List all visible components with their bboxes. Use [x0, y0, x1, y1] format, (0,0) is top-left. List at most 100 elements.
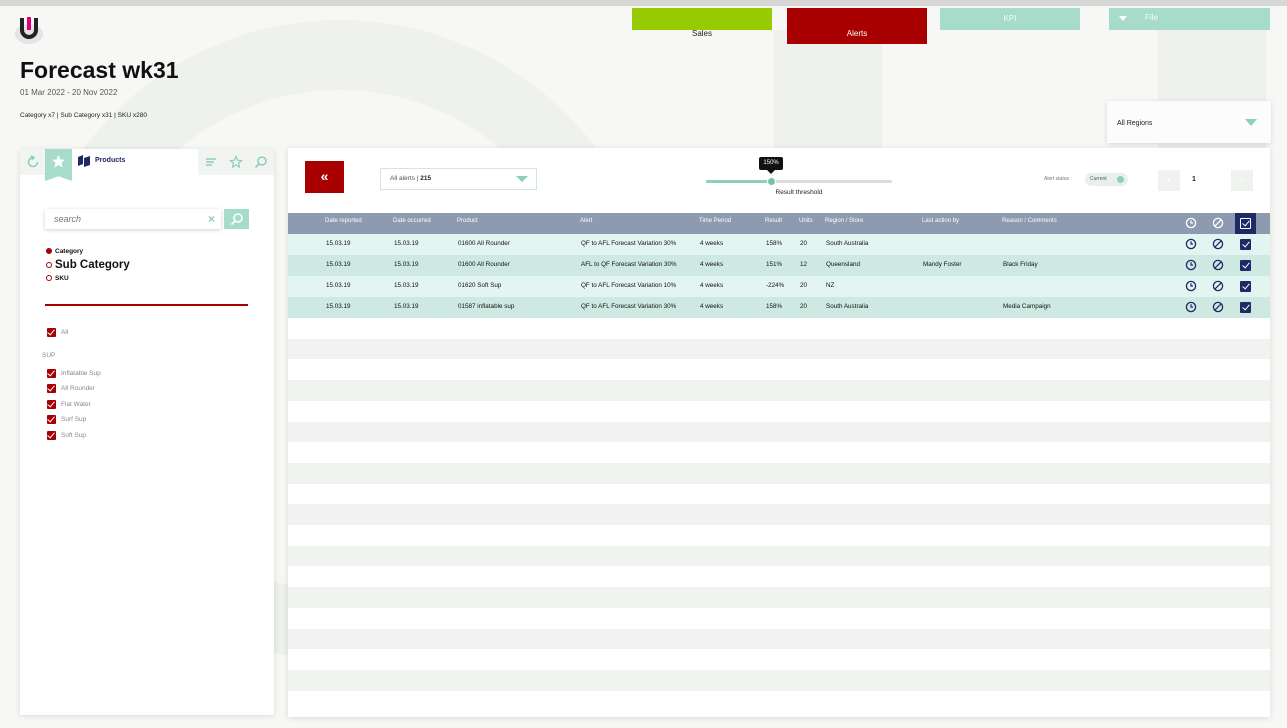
- clock-icon[interactable]: [1185, 301, 1197, 313]
- column-header[interactable]: Reason / Comments: [1002, 218, 1057, 224]
- checkbox-checked-icon: [47, 400, 56, 409]
- alerts-filter-select[interactable]: All alerts | 215: [380, 168, 537, 190]
- background-column: [774, 30, 882, 150]
- level-sku[interactable]: SKU: [46, 275, 69, 282]
- tab-file[interactable]: File: [1109, 8, 1270, 30]
- row-checkbox[interactable]: [1240, 281, 1251, 292]
- radio-icon: [46, 261, 52, 268]
- star-outline-icon[interactable]: [228, 154, 244, 169]
- search-icon[interactable]: [254, 155, 268, 169]
- tab-kpi[interactable]: KPI: [940, 8, 1080, 30]
- empty-row: [288, 442, 1270, 464]
- cell-date-reported: 15.03.19: [326, 261, 351, 268]
- cell-units: 12: [800, 261, 808, 268]
- back-button[interactable]: «: [305, 161, 344, 193]
- checkbox-checked-icon: [47, 431, 56, 440]
- checkbox-all[interactable]: All: [47, 328, 68, 337]
- cell-date-reported: 15.03.19: [326, 282, 351, 289]
- clock-icon[interactable]: [1185, 238, 1197, 250]
- favourites-tab[interactable]: [45, 149, 72, 181]
- column-header[interactable]: Date occurred: [393, 218, 431, 224]
- empty-row: [288, 380, 1270, 402]
- cell-date-occurred: 15.03.19: [394, 303, 419, 310]
- checkbox-item[interactable]: All Rounder: [47, 384, 95, 393]
- row-checkbox[interactable]: [1240, 260, 1251, 271]
- date-range: 01 Mar 2022 - 20 Nov 2022: [20, 88, 118, 97]
- table-row[interactable]: 15.03.19 15.03.19 01600 All Rounder AFL to …: [288, 255, 1270, 276]
- alert-status-label: Alert status :: [1044, 176, 1072, 182]
- select-all-checkbox[interactable]: [1235, 213, 1256, 234]
- empty-row: [288, 566, 1270, 588]
- slider-handle[interactable]: [767, 177, 777, 186]
- block-icon[interactable]: [1212, 301, 1224, 313]
- table-row[interactable]: 15.03.19 15.03.19 01587 inflatable sup QF t…: [288, 297, 1270, 318]
- cell-units: 20: [800, 303, 808, 310]
- star-icon: [52, 155, 65, 168]
- block-icon[interactable]: [1212, 238, 1224, 250]
- checkbox-item[interactable]: Soft Sup: [47, 431, 86, 440]
- row-checkbox[interactable]: [1240, 302, 1251, 313]
- page-number: 1: [1192, 176, 1196, 183]
- empty-row: [288, 318, 1270, 339]
- tab-sales-label: Sales: [691, 29, 712, 38]
- block-icon[interactable]: [1212, 280, 1224, 292]
- cell-date-reported: 15.03.19: [326, 240, 351, 247]
- app-logo: [12, 14, 46, 46]
- clock-icon[interactable]: [1185, 217, 1197, 229]
- products-tab[interactable]: Products: [72, 149, 198, 175]
- tab-kpi-label: KPI: [1003, 14, 1017, 23]
- empty-row: [288, 545, 1270, 567]
- clock-icon[interactable]: [1185, 280, 1197, 292]
- block-icon[interactable]: [1212, 259, 1224, 271]
- region-select[interactable]: All Regions: [1107, 101, 1271, 143]
- column-header[interactable]: Alert: [580, 218, 592, 224]
- group-label: SUP: [42, 352, 56, 359]
- empty-row: [288, 462, 1270, 484]
- column-header[interactable]: Date reported: [325, 218, 362, 224]
- table-row[interactable]: 15.03.19 15.03.19 01620 Soft Sup QF to AFL …: [288, 276, 1270, 297]
- empty-row: [288, 504, 1270, 526]
- close-icon[interactable]: ×: [208, 213, 215, 225]
- checkbox-label: All Rounder: [61, 385, 95, 393]
- sort-icon[interactable]: [204, 155, 218, 169]
- cell-region: Queensland: [826, 261, 860, 268]
- checkbox-checked-icon: [47, 369, 56, 378]
- table-row[interactable]: 15.03.19 15.03.19 01600 All Rounder QF to A…: [288, 234, 1270, 255]
- clock-icon[interactable]: [1185, 259, 1197, 271]
- empty-row: [288, 607, 1270, 629]
- empty-row: [288, 587, 1270, 609]
- cell-alert: QF to AFL Forecast Variation 10%: [581, 282, 677, 289]
- threshold-label: Result threshold: [775, 189, 823, 196]
- cell-product: 01587 inflatable sup: [458, 303, 515, 310]
- alert-status-toggle[interactable]: Current: [1085, 173, 1128, 186]
- tab-sales[interactable]: Sales: [632, 8, 772, 38]
- tab-alerts[interactable]: Alerts: [787, 8, 927, 44]
- row-checkbox[interactable]: [1240, 239, 1251, 250]
- column-header[interactable]: Result: [765, 218, 782, 224]
- cell-result: 151%: [766, 261, 783, 268]
- checkbox-item[interactable]: Inflatable Sup: [47, 369, 101, 378]
- prev-page-button[interactable]: ‹: [1158, 170, 1180, 191]
- search-button[interactable]: [224, 209, 249, 229]
- column-header[interactable]: Region / Store: [825, 218, 863, 224]
- level-sub-category[interactable]: Sub Category: [46, 259, 130, 271]
- column-header[interactable]: Time Period: [699, 218, 731, 224]
- checkbox-checked-icon: [47, 384, 56, 393]
- level-category[interactable]: Category: [46, 248, 83, 255]
- checkbox-item[interactable]: Flat Water: [47, 400, 91, 409]
- checkbox-item[interactable]: Surf Sup: [47, 415, 86, 424]
- empty-row: [288, 525, 1270, 546]
- column-header[interactable]: Units: [799, 218, 813, 224]
- cell-result: 158%: [766, 303, 783, 310]
- column-header[interactable]: Last action by: [922, 218, 959, 224]
- alerts-filter-value: All alerts | 215: [390, 175, 432, 182]
- block-icon[interactable]: [1212, 217, 1224, 229]
- reset-icon[interactable]: [26, 155, 40, 169]
- radio-selected-icon: [46, 248, 52, 255]
- column-header[interactable]: Product: [457, 218, 478, 224]
- search-input[interactable]: [54, 210, 204, 228]
- search-field[interactable]: ×: [45, 209, 221, 229]
- next-page-button[interactable]: ›: [1231, 170, 1253, 191]
- cell-result: 158%: [766, 240, 783, 247]
- threshold-slider[interactable]: [706, 177, 892, 186]
